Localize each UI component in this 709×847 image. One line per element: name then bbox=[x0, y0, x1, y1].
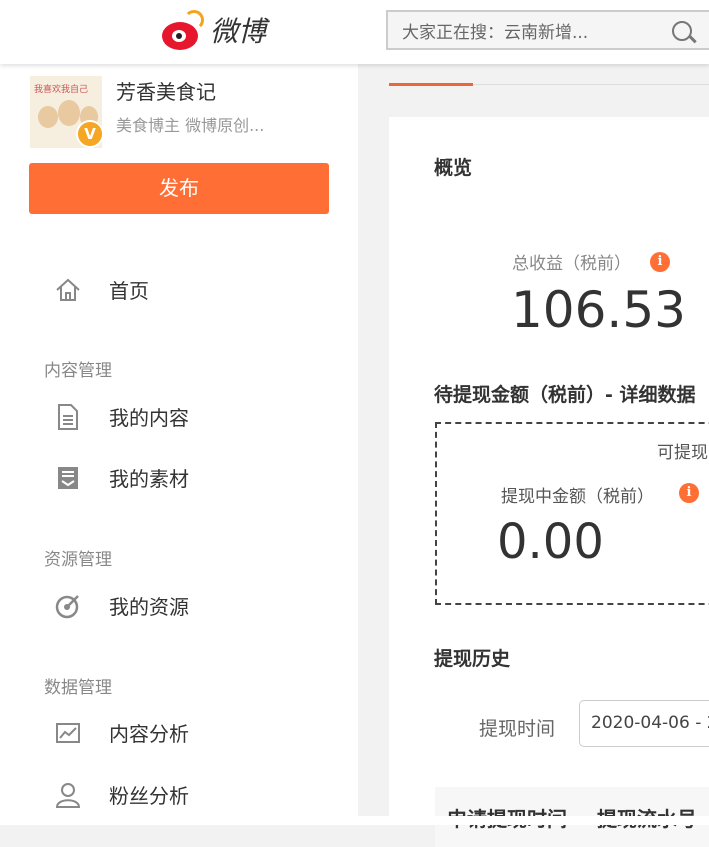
withdrawable-label: 可提现 bbox=[657, 443, 708, 463]
earnings-card: 概览 总收益（税前） i 106.53 待提现金额（税前）- 详细数据 可提现 … bbox=[389, 117, 709, 847]
logo-text: 微博 bbox=[210, 15, 267, 48]
total-value: 106.53 bbox=[511, 281, 686, 339]
pending-box: 可提现 提现中金额（税前） i 0.00 bbox=[435, 422, 709, 605]
section-title: 内容管理 bbox=[44, 361, 112, 381]
sidebar-item-label: 粉丝分析 bbox=[109, 784, 189, 808]
pending-title: 待提现金额（税前）- 详细数据 bbox=[434, 384, 696, 406]
info-icon[interactable]: i bbox=[650, 252, 670, 272]
section-title: 资源管理 bbox=[44, 550, 112, 570]
history-title: 提现历史 bbox=[434, 648, 511, 670]
user-icon bbox=[55, 782, 81, 808]
sidebar-item-content-analysis[interactable]: 内容分析 bbox=[54, 718, 189, 747]
publish-button[interactable]: 发布 bbox=[29, 163, 329, 214]
search-input[interactable]: 大家正在搜：云南新增... bbox=[386, 10, 709, 50]
withdrawing-label: 提现中金额（税前） bbox=[501, 487, 654, 507]
sidebar-item-label: 我的资源 bbox=[109, 595, 189, 619]
total-label: 总收益（税前） bbox=[512, 254, 631, 274]
overview-title: 概览 bbox=[434, 157, 473, 179]
sidebar-item-my-materials[interactable]: 我的素材 bbox=[54, 463, 189, 492]
sidebar-item-label: 我的素材 bbox=[109, 467, 189, 491]
main-tabs bbox=[389, 64, 709, 86]
avatar-caption: 我喜欢我自己 bbox=[34, 85, 89, 95]
top-bar: 微博 大家正在搜：云南新增... bbox=[0, 0, 709, 64]
sidebar: 我喜欢我自己 V 芳香美食记 美食博主 微博原创... 发布 首页 内容管理 我… bbox=[0, 64, 358, 825]
search-icon[interactable] bbox=[672, 21, 692, 41]
user-name[interactable]: 芳香美食记 bbox=[116, 76, 216, 105]
bottom-edge bbox=[0, 816, 709, 825]
sidebar-item-label: 我的内容 bbox=[109, 406, 189, 430]
sidebar-item-label: 内容分析 bbox=[109, 722, 189, 746]
material-icon bbox=[58, 466, 78, 489]
home-icon bbox=[56, 278, 80, 301]
date-range-input[interactable]: 2020-04-06 - 2 bbox=[579, 700, 709, 747]
weibo-logo[interactable]: 微博 bbox=[160, 10, 266, 50]
chart-icon bbox=[56, 722, 80, 743]
sidebar-item-fans-analysis[interactable]: 粉丝分析 bbox=[54, 780, 189, 809]
time-label: 提现时间 bbox=[479, 718, 556, 740]
sidebar-item-home[interactable]: 首页 bbox=[54, 275, 149, 304]
document-icon bbox=[58, 403, 78, 430]
target-icon bbox=[55, 594, 79, 618]
weibo-eye-icon bbox=[160, 10, 206, 50]
user-desc: 美食博主 微博原创... bbox=[116, 116, 265, 135]
search-placeholder: 大家正在搜：云南新增... bbox=[402, 22, 589, 43]
withdrawing-value: 0.00 bbox=[497, 514, 604, 570]
sidebar-item-my-resources[interactable]: 我的资源 bbox=[54, 591, 189, 620]
tab-active-indicator[interactable] bbox=[389, 83, 473, 86]
section-title: 数据管理 bbox=[44, 678, 112, 698]
sidebar-item-label: 首页 bbox=[109, 279, 149, 303]
sidebar-item-my-content[interactable]: 我的内容 bbox=[54, 402, 189, 431]
info-icon[interactable]: i bbox=[679, 483, 699, 503]
verified-badge-icon: V bbox=[76, 120, 104, 148]
